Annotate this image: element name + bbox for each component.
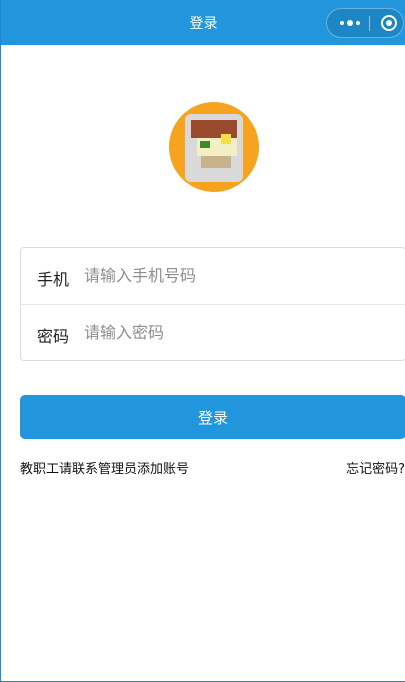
more-dots-icon[interactable] bbox=[337, 9, 363, 37]
password-input[interactable] bbox=[84, 319, 384, 345]
record-circle-icon[interactable] bbox=[381, 15, 397, 31]
capsule-divider bbox=[369, 16, 370, 31]
avatar-food-base bbox=[201, 156, 231, 168]
staff-account-note: 教职工请联系管理员添加账号 bbox=[20, 462, 190, 477]
password-label: 密码 bbox=[37, 327, 70, 346]
login-form: 手机 密码 bbox=[20, 247, 405, 361]
login-button[interactable]: 登录 bbox=[20, 395, 405, 439]
avatar-food-green bbox=[200, 141, 210, 148]
navigation-bar: 登录 bbox=[1, 0, 405, 45]
forgot-password-link[interactable]: 忘记密码? bbox=[346, 458, 405, 477]
app-frame: 登录 手机 密码 登录 教职工请联系管理员添加账号 忘记密码? bbox=[0, 0, 405, 682]
password-row: 密码 bbox=[21, 305, 405, 361]
avatar-food-yellow bbox=[221, 134, 231, 144]
phone-label: 手机 bbox=[37, 270, 70, 289]
phone-input[interactable] bbox=[84, 262, 384, 288]
miniprogram-capsule bbox=[326, 8, 404, 38]
avatar bbox=[169, 102, 259, 192]
phone-row: 手机 bbox=[21, 248, 405, 305]
